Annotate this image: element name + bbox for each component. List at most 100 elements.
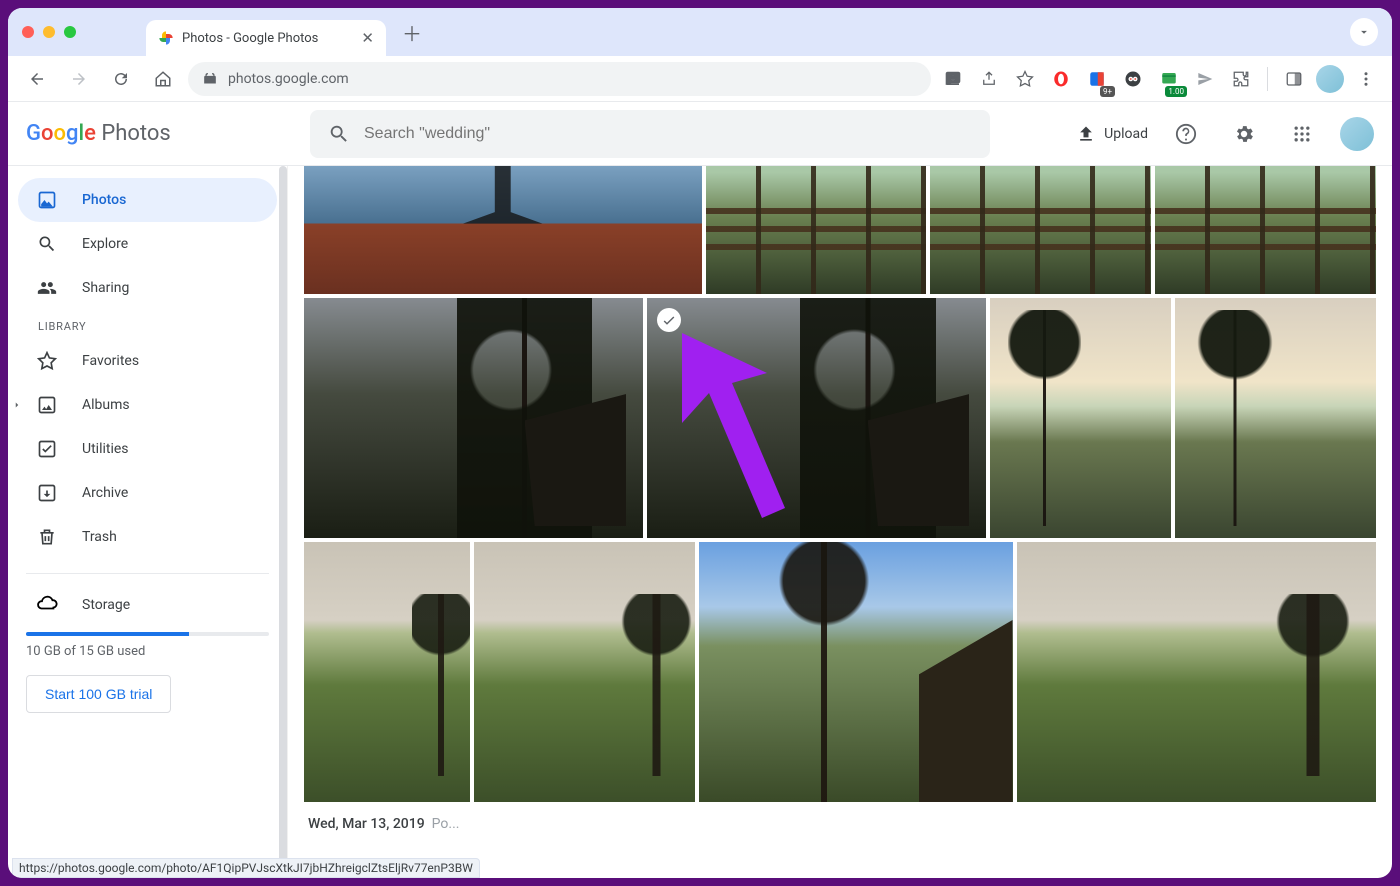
account-avatar[interactable] xyxy=(1340,117,1374,151)
arrow-left-icon xyxy=(28,70,46,88)
browser-window: Photos - Google Photos ✕ ＋ photos.google… xyxy=(8,8,1392,878)
extension-opera[interactable] xyxy=(1047,65,1075,93)
photo-thumbnail[interactable] xyxy=(474,542,695,802)
search-input[interactable] xyxy=(364,125,972,143)
chevron-down-icon xyxy=(1357,25,1371,39)
site-info-icon[interactable] xyxy=(202,71,218,87)
google-logo: Google Photos xyxy=(26,121,171,146)
maximize-window-button[interactable] xyxy=(64,26,76,38)
select-checkmark[interactable] xyxy=(657,308,681,332)
photos-icon xyxy=(36,190,58,210)
settings-button[interactable] xyxy=(1224,114,1264,154)
sidebar-item-archive[interactable]: Archive xyxy=(18,471,277,515)
utilities-icon xyxy=(36,439,58,459)
minimize-window-button[interactable] xyxy=(43,26,55,38)
google-photos-favicon xyxy=(158,30,174,46)
share-icon xyxy=(980,70,998,88)
photo-thumbnail[interactable] xyxy=(1175,298,1376,538)
photo-thumbnail[interactable] xyxy=(990,298,1170,538)
people-icon xyxy=(36,278,58,298)
cloud-icon xyxy=(36,592,58,618)
tab-search-button[interactable] xyxy=(1350,18,1378,46)
sidebar-item-trash[interactable]: Trash xyxy=(18,515,277,559)
close-window-button[interactable] xyxy=(22,26,34,38)
sidebar-item-explore[interactable]: Explore xyxy=(18,222,277,266)
arrow-right-icon xyxy=(70,70,88,88)
sidebar-item-label: Utilities xyxy=(82,441,129,457)
photo-thumbnail[interactable] xyxy=(647,298,986,538)
extension-eyes[interactable] xyxy=(1119,65,1147,93)
extensions-button[interactable] xyxy=(1227,65,1255,93)
sidebar-divider xyxy=(26,573,269,574)
upload-icon xyxy=(1076,124,1096,144)
sidebar-item-label: Photos xyxy=(82,192,126,208)
sidebar-item-storage[interactable]: Storage xyxy=(18,592,277,618)
sidebar-item-label: Favorites xyxy=(82,353,139,369)
sidebar-item-albums[interactable]: Albums xyxy=(18,383,277,427)
sidebar-item-sharing[interactable]: Sharing xyxy=(18,266,277,310)
photo-content: Wed, Mar 13, 2019 Po... xyxy=(288,166,1392,878)
side-panel-icon xyxy=(1285,70,1303,88)
sidebar-item-label: Trash xyxy=(82,529,117,545)
chevron-right-icon xyxy=(12,400,22,410)
home-button[interactable] xyxy=(146,62,180,96)
new-tab-button[interactable]: ＋ xyxy=(398,18,426,46)
sidebar-item-utilities[interactable]: Utilities xyxy=(18,427,277,471)
home-icon xyxy=(154,70,172,88)
bookmark-button[interactable] xyxy=(1011,65,1039,93)
extension-grey[interactable] xyxy=(1191,65,1219,93)
app-header: Google Photos Upload xyxy=(8,102,1392,166)
close-tab-icon[interactable]: ✕ xyxy=(361,29,374,47)
star-icon xyxy=(36,351,58,371)
sidebar-item-favorites[interactable]: Favorites xyxy=(18,339,277,383)
annotation-cursor xyxy=(677,328,787,528)
photo-thumbnail[interactable] xyxy=(304,166,702,294)
apps-button[interactable] xyxy=(1282,114,1322,154)
logo[interactable]: Google Photos xyxy=(26,121,306,146)
paper-plane-icon xyxy=(1197,71,1213,87)
toolbar-divider xyxy=(1267,67,1268,91)
profile-avatar[interactable] xyxy=(1316,65,1344,93)
app-body: Photos Explore Sharing LIBRARY Favorites xyxy=(8,166,1392,878)
search-box[interactable] xyxy=(310,110,990,158)
opera-icon xyxy=(1052,70,1070,88)
photo-thumbnail[interactable] xyxy=(706,166,927,294)
photo-thumbnail[interactable] xyxy=(930,166,1151,294)
sidebar-item-label: Archive xyxy=(82,485,128,501)
sidebar-item-photos[interactable]: Photos xyxy=(18,178,277,222)
help-button[interactable] xyxy=(1166,114,1206,154)
photo-thumbnail[interactable] xyxy=(304,542,470,802)
side-panel-button[interactable] xyxy=(1280,65,1308,93)
browser-actions: 9+ 1.00 xyxy=(939,65,1380,93)
photo-thumbnail[interactable] xyxy=(699,542,1012,802)
photo-thumbnail[interactable] xyxy=(1017,542,1376,802)
tab-title: Photos - Google Photos xyxy=(182,31,318,46)
sidebar-section-library: LIBRARY xyxy=(18,310,277,339)
sidebar-item-label: Albums xyxy=(82,397,130,413)
extension-blue[interactable]: 9+ xyxy=(1083,65,1111,93)
browser-menu-button[interactable] xyxy=(1352,65,1380,93)
upload-button[interactable]: Upload xyxy=(1076,124,1148,144)
header-actions: Upload xyxy=(1076,114,1374,154)
check-icon xyxy=(661,312,677,328)
gear-icon xyxy=(1233,123,1255,145)
photo-thumbnail[interactable] xyxy=(304,298,643,538)
extension-green[interactable]: 1.00 xyxy=(1155,65,1183,93)
forward-button[interactable] xyxy=(62,62,96,96)
back-button[interactable] xyxy=(20,62,54,96)
address-bar[interactable]: photos.google.com xyxy=(188,62,931,96)
search-icon xyxy=(328,123,350,145)
photo-grid: Wed, Mar 13, 2019 Po... xyxy=(288,166,1392,832)
start-trial-button[interactable]: Start 100 GB trial xyxy=(26,675,171,713)
share-button[interactable] xyxy=(975,65,1003,93)
album-icon xyxy=(36,395,58,415)
eyes-icon xyxy=(1124,70,1142,88)
browser-tab[interactable]: Photos - Google Photos ✕ xyxy=(146,20,386,56)
install-app-button[interactable] xyxy=(939,65,967,93)
photo-thumbnail[interactable] xyxy=(1155,166,1376,294)
date-header: Wed, Mar 13, 2019 Po... xyxy=(304,806,1376,832)
extension-blue-icon xyxy=(1088,70,1106,88)
star-icon xyxy=(1016,70,1034,88)
reload-button[interactable] xyxy=(104,62,138,96)
browser-toolbar: photos.google.com 9+ 1.00 xyxy=(8,56,1392,102)
